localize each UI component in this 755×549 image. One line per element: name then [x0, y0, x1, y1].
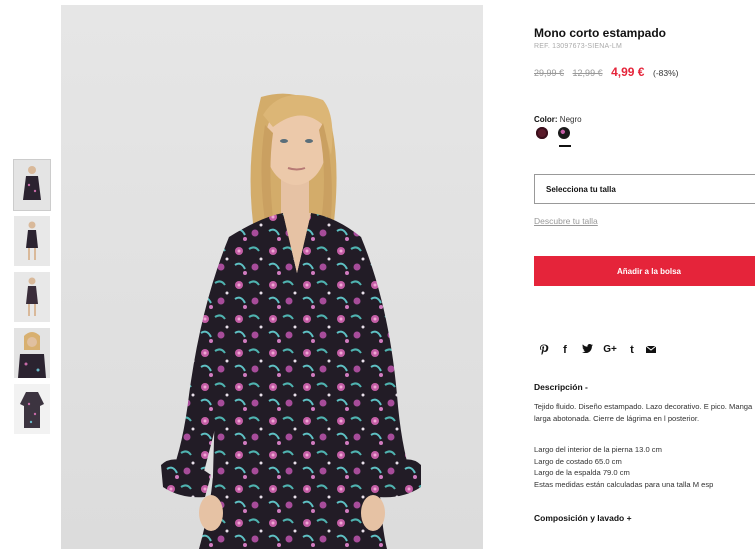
color-label: Color: Negro	[534, 115, 582, 124]
tumblr-icon[interactable]: t	[622, 344, 642, 358]
measurement-item: Largo del interior de la pierna 13.0 cm	[534, 445, 662, 454]
pinterest-icon[interactable]	[534, 344, 554, 358]
original-price: 29,99 €	[534, 68, 565, 78]
thumbnail-gallery	[13, 159, 51, 440]
description-toggle[interactable]: Descripción -	[534, 382, 588, 392]
selected-swatch-indicator	[559, 145, 571, 147]
thumbnail-4[interactable]	[14, 328, 50, 378]
email-icon[interactable]	[642, 344, 660, 358]
thumbnail-image	[14, 216, 50, 266]
thumbnail-1[interactable]	[13, 159, 51, 211]
facebook-icon[interactable]: f	[554, 344, 576, 358]
selected-color-name: Negro	[559, 115, 582, 124]
google-plus-icon[interactable]: G+	[598, 344, 622, 358]
thumbnail-5[interactable]	[14, 384, 50, 434]
size-guide-link[interactable]: Descubre tu talla	[534, 216, 598, 226]
previous-price: 12,99 €	[572, 68, 603, 78]
discount-badge: (-83%)	[652, 68, 679, 78]
composition-toggle[interactable]: Composición y lavado +	[534, 513, 632, 523]
thumbnail-3[interactable]	[14, 272, 50, 322]
measurement-item: Largo de la espalda 79.0 cm	[534, 468, 630, 477]
thumbnail-image	[14, 272, 50, 322]
twitter-icon[interactable]	[576, 344, 598, 358]
product-title: Mono corto estampado	[534, 26, 667, 40]
product-info-panel: Mono corto estampado REF. 13097673-SIENA…	[534, 0, 755, 549]
measurement-item: Estas medidas están calculadas para una …	[534, 479, 714, 489]
size-select[interactable]: Selecciona tu talla	[534, 174, 755, 204]
thumbnail-image	[14, 160, 50, 210]
measurements-list: Largo del interior de la pierna 13.0 cm …	[534, 444, 755, 490]
thumbnail-image	[14, 328, 50, 378]
measurement-item: Largo de costado 65.0 cm	[534, 456, 622, 466]
product-reference: REF. 13097673-SIENA-LM	[534, 43, 623, 50]
model-photo	[161, 93, 421, 549]
thumbnail-image	[14, 384, 50, 434]
color-label-title: Color:	[534, 115, 558, 124]
price-block: 29,99 € 12,99 € 4,99 € (-83%)	[534, 65, 679, 79]
color-swatch-negro[interactable]	[558, 127, 570, 139]
description-text: Tejido fluido. Diseño estampado. Lazo de…	[534, 402, 753, 423]
product-main-image[interactable]	[61, 5, 483, 549]
add-to-bag-button[interactable]: Añadir a la bolsa	[534, 256, 755, 286]
color-swatch-burgundy[interactable]	[536, 127, 548, 139]
thumbnail-2[interactable]	[14, 216, 50, 266]
share-bar: f G+ t	[534, 344, 660, 358]
sale-price: 4,99 €	[611, 65, 645, 79]
